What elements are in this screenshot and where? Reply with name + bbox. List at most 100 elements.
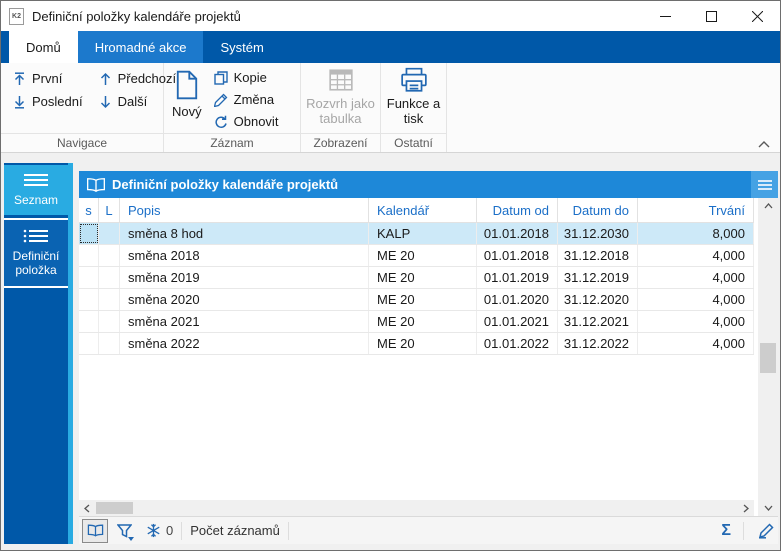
cell-trvani: 4,000: [638, 289, 754, 310]
column-header-s[interactable]: s: [79, 198, 99, 222]
cell-popis: směna 2022: [120, 333, 369, 354]
tab-domu[interactable]: Domů: [9, 31, 78, 63]
cell-s: [79, 311, 99, 332]
column-header-trvani[interactable]: Trvání: [638, 198, 754, 222]
statusbar-separator: [181, 521, 183, 540]
cell-s[interactable]: [79, 223, 99, 244]
open-book-icon: [87, 177, 105, 192]
scroll-up-button[interactable]: [758, 198, 778, 214]
window-title: Definiční položky kalendáře projektů: [32, 8, 241, 24]
cell-s: [79, 245, 99, 266]
freeze-filter-button[interactable]: [142, 519, 164, 543]
edit-button[interactable]: Změna: [213, 92, 279, 107]
table-row[interactable]: směna 2018 ME 20 01.01.2018 31.12.2018 4…: [79, 245, 754, 267]
table-grid-icon: [328, 69, 353, 91]
filter-button[interactable]: [112, 519, 136, 543]
title-bar: K2 Definiční položky kalendáře projektů: [1, 1, 780, 31]
edit-mode-button[interactable]: [752, 519, 778, 543]
functions-print-button[interactable]: Funkce a tisk: [381, 63, 446, 133]
vertical-scrollbar-thumb[interactable]: [760, 343, 776, 373]
refresh-icon: [215, 115, 227, 128]
cell-popis: směna 8 hod: [120, 223, 369, 244]
cell-popis: směna 2018: [120, 245, 369, 266]
cell-datum-do: 31.12.2030: [558, 223, 638, 244]
arrow-to-bottom-icon: [14, 95, 25, 109]
book-view-button[interactable]: [82, 518, 108, 543]
chevron-right-icon: [743, 504, 749, 512]
cell-datum-od: 01.01.2022: [477, 333, 558, 354]
filter-count: 0: [166, 523, 174, 538]
cell-s: [79, 333, 99, 354]
cell-trvani: 4,000: [638, 333, 754, 354]
horizontal-scrollbar[interactable]: [79, 500, 754, 516]
column-header-l[interactable]: L: [99, 198, 120, 222]
sidebar-splitter[interactable]: [68, 163, 73, 544]
copy-button[interactable]: Kopie: [213, 70, 279, 85]
sidebar-item-definicni-polozka[interactable]: Definiční položka: [4, 218, 68, 288]
scroll-left-button[interactable]: [79, 500, 95, 516]
table-row[interactable]: směna 2022 ME 20 01.01.2022 31.12.2022 4…: [79, 333, 754, 355]
ribbon-group-navigace: První Předchozí Poslední Další Navigace: [1, 63, 176, 152]
table-row[interactable]: směna 2020 ME 20 01.01.2020 31.12.2020 4…: [79, 289, 754, 311]
cell-popis: směna 2020: [120, 289, 369, 310]
last-label: Poslední: [32, 94, 83, 109]
table-row[interactable]: směna 2021 ME 20 01.01.2021 31.12.2021 4…: [79, 311, 754, 333]
tab-hromadne-akce[interactable]: Hromadné akce: [77, 31, 204, 63]
panel-menu-button[interactable]: [751, 171, 778, 198]
ribbon-collapse-chevron-icon[interactable]: [758, 141, 770, 148]
statusbar-separator: [287, 521, 289, 540]
new-document-icon: [176, 70, 197, 100]
minimize-icon: [659, 15, 671, 17]
data-panel: Definiční položky kalendáře projektů s L…: [79, 171, 778, 544]
cell-trvani: 4,000: [638, 245, 754, 266]
schedule-as-table-button: Rozvrh jako tabulka: [301, 63, 380, 133]
column-header-kalendar[interactable]: Kalendář: [369, 198, 477, 222]
cell-datum-do: 31.12.2019: [558, 267, 638, 288]
app-window: K2 Definiční položky kalendáře projektů …: [0, 0, 781, 551]
status-bar: 0 Počet záznamů Σ: [79, 516, 778, 544]
cell-l: [99, 311, 120, 332]
column-header-popis[interactable]: Popis: [120, 198, 369, 222]
column-header-datum-do[interactable]: Datum do: [558, 198, 638, 222]
group-caption-zobrazeni: Zobrazení: [301, 133, 380, 152]
edit-label: Změna: [233, 92, 275, 107]
scroll-down-button[interactable]: [758, 500, 778, 516]
cell-popis: směna 2019: [120, 267, 369, 288]
maximize-button[interactable]: [688, 1, 734, 31]
table-row[interactable]: směna 2019 ME 20 01.01.2019 31.12.2019 4…: [79, 267, 754, 289]
tab-system[interactable]: Systém: [203, 31, 280, 63]
cell-l: [99, 333, 120, 354]
group-caption-navigace: Navigace: [1, 133, 163, 152]
ribbon-group-zobrazeni: Rozvrh jako tabulka Zobrazení: [301, 63, 381, 152]
list-icon: [24, 173, 48, 186]
sidebar-item-seznam[interactable]: Seznam: [4, 165, 68, 215]
cell-kalendar: ME 20: [369, 289, 477, 310]
refresh-button[interactable]: Obnovit: [214, 114, 278, 129]
copy-label: Kopie: [233, 70, 267, 85]
hamburger-menu-icon: [757, 179, 772, 190]
horizontal-scrollbar-thumb[interactable]: [96, 502, 133, 514]
cell-datum-od: 01.01.2020: [477, 289, 558, 310]
sum-button[interactable]: Σ: [717, 522, 735, 540]
close-button[interactable]: [734, 1, 780, 31]
chevron-up-icon: [764, 203, 772, 209]
edit-pencil-icon: [758, 522, 774, 539]
chevron-down-icon: [764, 505, 772, 511]
main-area: Seznam Definiční položka Definiční polož…: [1, 153, 780, 550]
cell-l: [99, 223, 120, 244]
minimize-button[interactable]: [642, 1, 688, 31]
panel-header: Definiční položky kalendáře projektů: [79, 171, 778, 198]
cell-trvani: 4,000: [638, 311, 754, 332]
vertical-scrollbar[interactable]: [758, 198, 778, 516]
scroll-right-button[interactable]: [738, 500, 754, 516]
table-row[interactable]: směna 8 hod KALP 01.01.2018 31.12.2030 8…: [79, 223, 754, 245]
first-label: První: [32, 71, 63, 86]
cell-kalendar: ME 20: [369, 245, 477, 266]
last-button[interactable]: Poslední: [13, 94, 83, 109]
filter-funnel-icon: [116, 523, 132, 538]
first-button[interactable]: První: [13, 71, 83, 86]
schedule-as-table-label: Rozvrh jako tabulka: [306, 96, 375, 126]
cell-s: [79, 289, 99, 310]
column-header-datum-od[interactable]: Datum od: [477, 198, 558, 222]
new-record-button[interactable]: Nový: [172, 66, 202, 131]
